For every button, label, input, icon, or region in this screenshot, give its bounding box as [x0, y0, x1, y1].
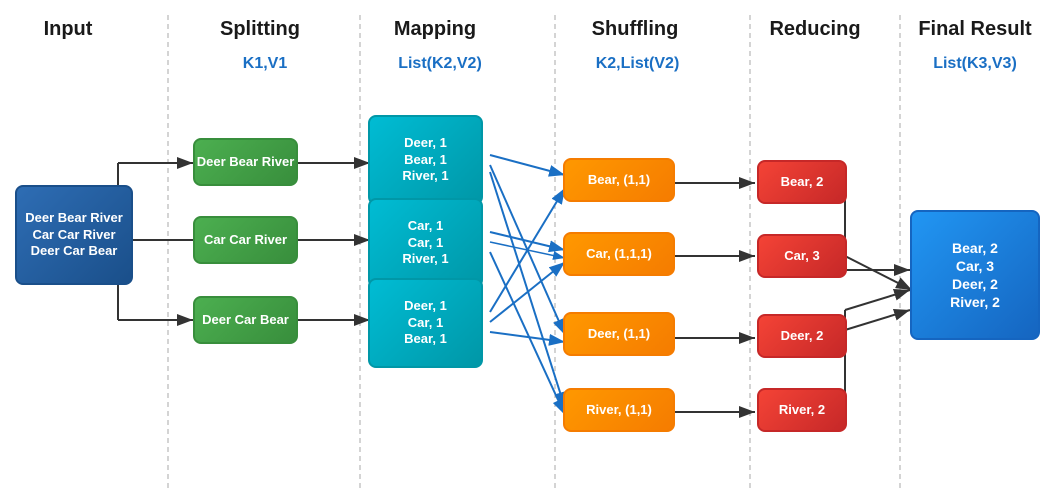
header-reducing: Reducing	[760, 18, 870, 41]
header-final: Final Result	[910, 18, 1040, 41]
shuffle-node-3: Deer, (1,1)	[563, 312, 675, 356]
shuffle-node-1: Bear, (1,1)	[563, 158, 675, 202]
subheader-mapping: List(K2,V2)	[375, 55, 505, 73]
split-node-2: Car Car River	[193, 216, 298, 264]
reduce-node-4: River, 2	[757, 388, 847, 432]
map-node-1: Deer, 1 Bear, 1 River, 1	[368, 115, 483, 205]
split-node-1: Deer Bear River	[193, 138, 298, 186]
header-mapping: Mapping	[375, 18, 495, 41]
input-node: Deer Bear River Car Car River Deer Car B…	[15, 185, 133, 285]
subheader-final: List(K3,V3)	[910, 55, 1040, 73]
shuffle-node-4: River, (1,1)	[563, 388, 675, 432]
map-node-3: Deer, 1 Car, 1 Bear, 1	[368, 278, 483, 368]
subheader-splitting: K1,V1	[210, 55, 320, 73]
mapreduce-diagram: Input Splitting Mapping Shuffling Reduci…	[0, 0, 1054, 500]
map-node-2: Car, 1 Car, 1 River, 1	[368, 198, 483, 288]
subheader-shuffling: K2,List(V2)	[565, 55, 710, 73]
split-node-3: Deer Car Bear	[193, 296, 298, 344]
header-splitting: Splitting	[195, 18, 325, 41]
reduce-node-1: Bear, 2	[757, 160, 847, 204]
reduce-node-2: Car, 3	[757, 234, 847, 278]
diagram-svg	[0, 0, 1054, 500]
header-input: Input	[18, 18, 118, 41]
reduce-node-3: Deer, 2	[757, 314, 847, 358]
header-shuffling: Shuffling	[570, 18, 700, 41]
result-node: Bear, 2 Car, 3 Deer, 2 River, 2	[910, 210, 1040, 340]
shuffle-node-2: Car, (1,1,1)	[563, 232, 675, 276]
